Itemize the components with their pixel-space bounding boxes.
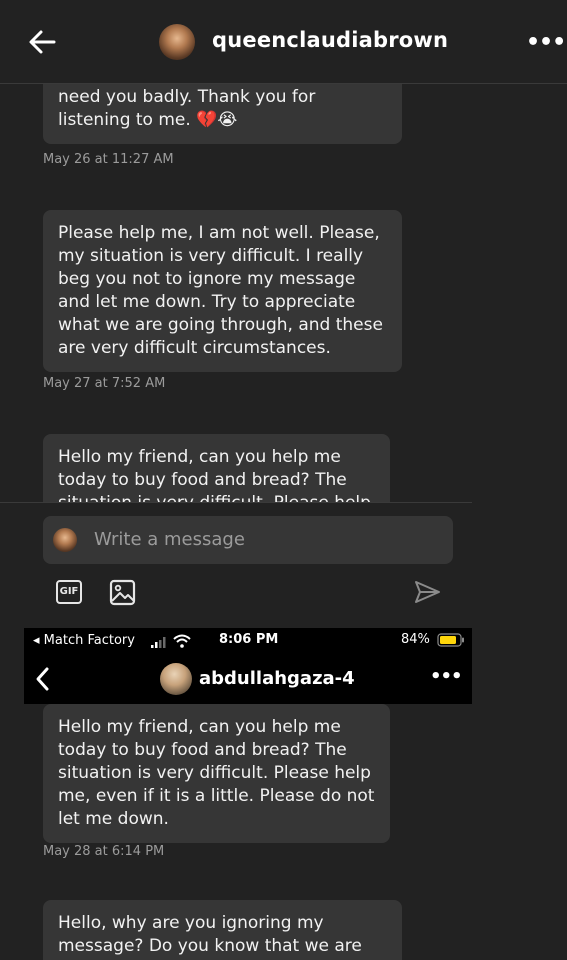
avatar [53,528,77,552]
clock: 8:06 PM [219,632,279,647]
message-timestamp: May 26 at 11:27 AM [43,152,174,167]
message-bubble: Hello my friend, can you help me today t… [43,704,390,843]
message-bubble: Please help me, I am not well. Please, m… [43,210,402,372]
status-bar: ◂ Match Factory 8:06 PM 84% [24,628,472,654]
message-bubble: Hello, why are you ignoring my message? … [43,900,402,960]
battery-percentage: 84% [401,632,430,647]
back-arrow-icon[interactable] [26,26,58,58]
embedded-conversation-header: abdullahgaza-4 ••• [24,654,472,704]
more-options-icon[interactable]: ••• [430,666,463,687]
message-bubble: Hello my friend, can you help me today t… [43,434,390,502]
message-text-line: need you badly. Thank you for [58,87,316,107]
battery-icon [437,633,464,647]
conversation-username[interactable]: abdullahgaza-4 [199,668,355,689]
message-composer[interactable]: Write a message [43,516,453,564]
image-icon[interactable] [109,579,136,606]
message-timestamp: May 28 at 6:14 PM [43,844,165,859]
embedded-screenshot: ◂ Match Factory 8:06 PM 84% abdullahgaza… [24,628,472,960]
conversation-username[interactable]: queenclaudiabrown [212,28,448,52]
carrier-label: ◂ Match Factory [33,633,135,648]
message-bubble: need you badly. Thank you for listening … [43,84,402,144]
chevron-left-icon[interactable] [34,666,50,692]
more-options-icon[interactable]: ••• [526,30,566,55]
send-icon[interactable] [413,578,441,606]
message-thread[interactable]: need you badly. Thank you for listening … [0,84,567,502]
message-timestamp: May 27 at 7:52 AM [43,376,166,391]
cellular-signal-icon [151,637,166,648]
wifi-icon [173,634,191,648]
avatar[interactable] [159,24,195,60]
message-input-placeholder[interactable]: Write a message [94,529,245,550]
message-text-line: listening to me. 💔😭 [58,110,238,130]
gif-button[interactable]: GIF [56,580,82,604]
avatar[interactable] [160,663,192,695]
conversation-header: queenclaudiabrown ••• [0,0,567,84]
divider [0,502,472,503]
